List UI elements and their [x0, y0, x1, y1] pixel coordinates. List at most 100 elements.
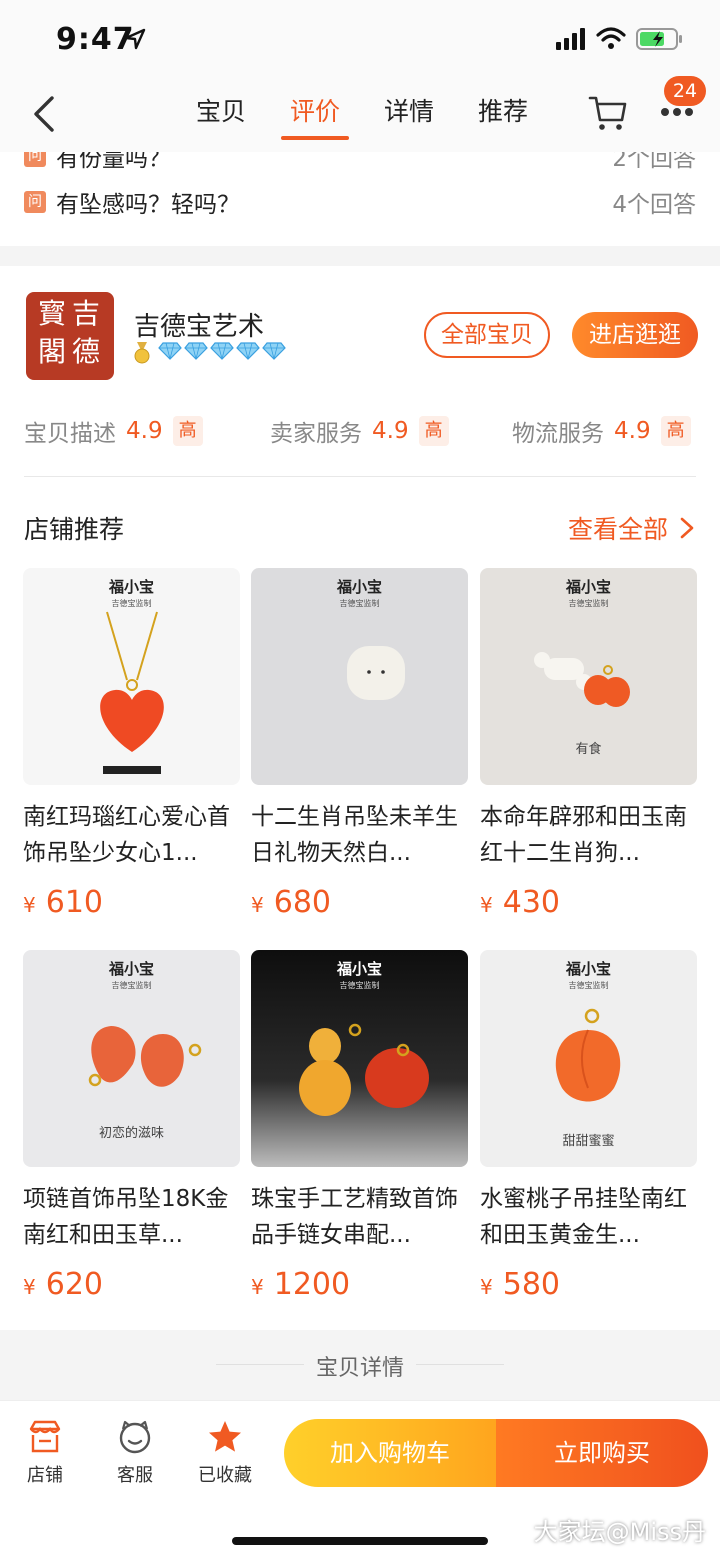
detail-header-label: 宝贝详情	[315, 1356, 404, 1381]
back-chevron-icon[interactable]	[30, 94, 58, 134]
store-recommend-title: 店铺推荐	[24, 515, 125, 544]
status-time: 9:47	[56, 22, 135, 57]
store-label: 店铺	[27, 1465, 63, 1486]
favorite-label: 已收藏	[198, 1465, 252, 1486]
diamond-icon	[262, 342, 286, 360]
gourd-persimmon-icon	[299, 1023, 429, 1116]
diamond-rating	[158, 342, 286, 360]
product-image[interactable]: 福小宝 吉德宝监制 甜甜蜜蜜	[480, 950, 697, 1167]
product-title[interactable]: 本命年辟邪和田玉南红十二生肖狗...	[480, 799, 697, 871]
rating-score: 4.9	[614, 418, 651, 444]
product-image[interactable]: 福小宝 吉德宝监制 有食	[480, 568, 697, 785]
qa-answer-count: 2个回答	[612, 152, 696, 172]
product-title[interactable]: 项链首饰吊坠18K金南红和田玉草...	[23, 1181, 240, 1253]
customer-service-icon	[119, 1420, 151, 1454]
detail-section-header: 宝贝详情	[0, 1330, 720, 1400]
currency-symbol: ¥	[480, 1275, 493, 1299]
location-arrow-icon	[124, 28, 146, 50]
product-price: ¥ 610	[23, 885, 240, 920]
watermark: 大家坛@Miss丹	[533, 1518, 706, 1546]
product-title[interactable]: 南红玛瑙红心爱心首饰吊坠少女心1...	[23, 799, 240, 871]
rating-service: 卖家服务 4.9 高	[270, 414, 449, 448]
currency-symbol: ¥	[251, 1275, 264, 1299]
tab-recommend[interactable]: 推荐	[478, 92, 528, 128]
rating-logistics: 物流服务 4.9 高	[512, 414, 691, 448]
gold-medal-icon	[134, 342, 150, 364]
price-value: 1200	[273, 1267, 351, 1302]
price-value: 430	[502, 885, 560, 920]
cellular-signal-icon	[556, 28, 585, 50]
seal-char: 閣	[38, 335, 67, 368]
buy-now-button[interactable]: 立即购买	[496, 1419, 708, 1487]
qa-section: 问 有份量吗？ 2个回答 问 有坠感吗？轻吗？ 4个回答	[0, 152, 720, 246]
favorite-button[interactable]: 已收藏	[189, 1419, 261, 1487]
home-indicator[interactable]	[232, 1537, 488, 1545]
seal-char: 德	[72, 335, 101, 368]
currency-symbol: ¥	[251, 893, 264, 917]
product-image[interactable]: 福小宝 吉德宝监制	[23, 568, 240, 785]
rating-description: 宝贝描述 4.9 高	[24, 414, 203, 448]
qa-item[interactable]: 问 有份量吗？ 2个回答	[24, 152, 696, 176]
product-image[interactable]: 福小宝 吉德宝监制	[251, 568, 468, 785]
message-count-badge: 24	[664, 76, 706, 106]
shop-logo[interactable]: 吉 德 寳 閣	[26, 292, 114, 380]
rating-level-badge: 高	[660, 416, 691, 446]
product-title[interactable]: 珠宝手工艺精致首饰品手链女串配...	[251, 1181, 468, 1253]
qa-answer-count: 4个回答	[612, 192, 696, 218]
price-value: 580	[502, 1267, 560, 1302]
price-value: 610	[45, 885, 103, 920]
currency-symbol: ¥	[23, 893, 36, 917]
product-card[interactable]: 福小宝 吉德宝监制 初恋的滋味 项链首饰吊坠18K金南红和田玉草... ¥ 62…	[23, 950, 240, 1302]
product-price: ¥ 1200	[251, 1267, 468, 1302]
product-caption: 有食	[575, 742, 602, 757]
chevron-right-icon	[680, 517, 694, 539]
rating-level-badge: 高	[172, 416, 203, 446]
customer-service-label: 客服	[117, 1465, 153, 1486]
product-price: ¥ 620	[23, 1267, 240, 1302]
product-title[interactable]: 十二生肖吊坠未羊生日礼物天然白...	[251, 799, 468, 871]
heart-pendant-icon	[100, 611, 164, 774]
rating-label: 物流服务	[512, 421, 604, 447]
product-card[interactable]: 福小宝 吉德宝监制 甜甜蜜蜜 水蜜桃子吊挂坠南红和田玉黄金生... ¥ 580	[480, 950, 697, 1302]
add-to-cart-button[interactable]: 加入购物车	[284, 1419, 496, 1487]
more-dots-icon[interactable]	[660, 106, 694, 118]
qa-question: 有份量吗？	[56, 152, 171, 172]
question-icon: 问	[24, 152, 46, 167]
product-card[interactable]: 福小宝 吉德宝监制 十二生肖吊坠未羊生日礼物天然白... ¥ 680	[251, 568, 468, 920]
rating-level-badge: 高	[418, 416, 449, 446]
active-tab-indicator	[281, 136, 349, 140]
product-image[interactable]: 福小宝 吉德宝监制	[251, 950, 468, 1167]
product-caption: 初恋的滋味	[98, 1126, 164, 1141]
customer-service-button[interactable]: 客服	[99, 1419, 171, 1487]
product-card[interactable]: 福小宝 吉德宝监制 有食 本命年辟邪和田玉南红十二生肖狗... ¥ 430	[480, 568, 697, 920]
rating-score: 4.9	[126, 418, 163, 444]
status-bar: 9:47	[0, 0, 720, 80]
shop-name[interactable]: 吉德宝艺术	[134, 306, 264, 343]
product-image[interactable]: 福小宝 吉德宝监制 初恋的滋味	[23, 950, 240, 1167]
tab-baobei[interactable]: 宝贝	[196, 92, 246, 128]
all-products-button[interactable]: 全部宝贝	[424, 312, 550, 358]
rating-label: 卖家服务	[270, 421, 362, 447]
purchase-buttons: 加入购物车 立即购买	[284, 1419, 708, 1487]
currency-symbol: ¥	[480, 893, 493, 917]
divider	[24, 476, 696, 477]
product-caption: 甜甜蜜蜜	[562, 1134, 615, 1149]
question-icon: 问	[24, 191, 46, 213]
divider	[416, 1364, 504, 1365]
shop-section: 吉 德 寳 閣 吉德宝艺术 全部宝贝 进店逛逛 宝贝描述 4.9 高 卖家服务 …	[0, 266, 720, 1330]
store-button[interactable]: 店铺	[9, 1419, 81, 1487]
product-price: ¥ 580	[480, 1267, 697, 1302]
tab-details[interactable]: 详情	[384, 92, 434, 128]
wifi-icon	[596, 27, 626, 49]
top-navigation: 宝贝 评价 详情 推荐 24	[0, 76, 720, 152]
view-all-link[interactable]: 查看全部	[568, 510, 696, 546]
product-title[interactable]: 水蜜桃子吊挂坠南红和田玉黄金生...	[480, 1181, 697, 1253]
tab-reviews[interactable]: 评价	[290, 92, 340, 128]
product-card[interactable]: 福小宝 吉德宝监制 南红玛瑙红心爱心首饰吊坠少女心1... ¥ 610	[23, 568, 240, 920]
product-card[interactable]: 福小宝 吉德宝监制 珠宝手工艺精致首饰品手链女串配... ¥ 1200	[251, 950, 468, 1302]
qa-item[interactable]: 问 有坠感吗？轻吗？ 4个回答	[24, 182, 696, 222]
store-icon	[29, 1420, 61, 1453]
product-price: ¥ 430	[480, 885, 697, 920]
enter-store-button[interactable]: 进店逛逛	[572, 312, 698, 358]
shopping-cart-icon[interactable]	[588, 94, 628, 132]
